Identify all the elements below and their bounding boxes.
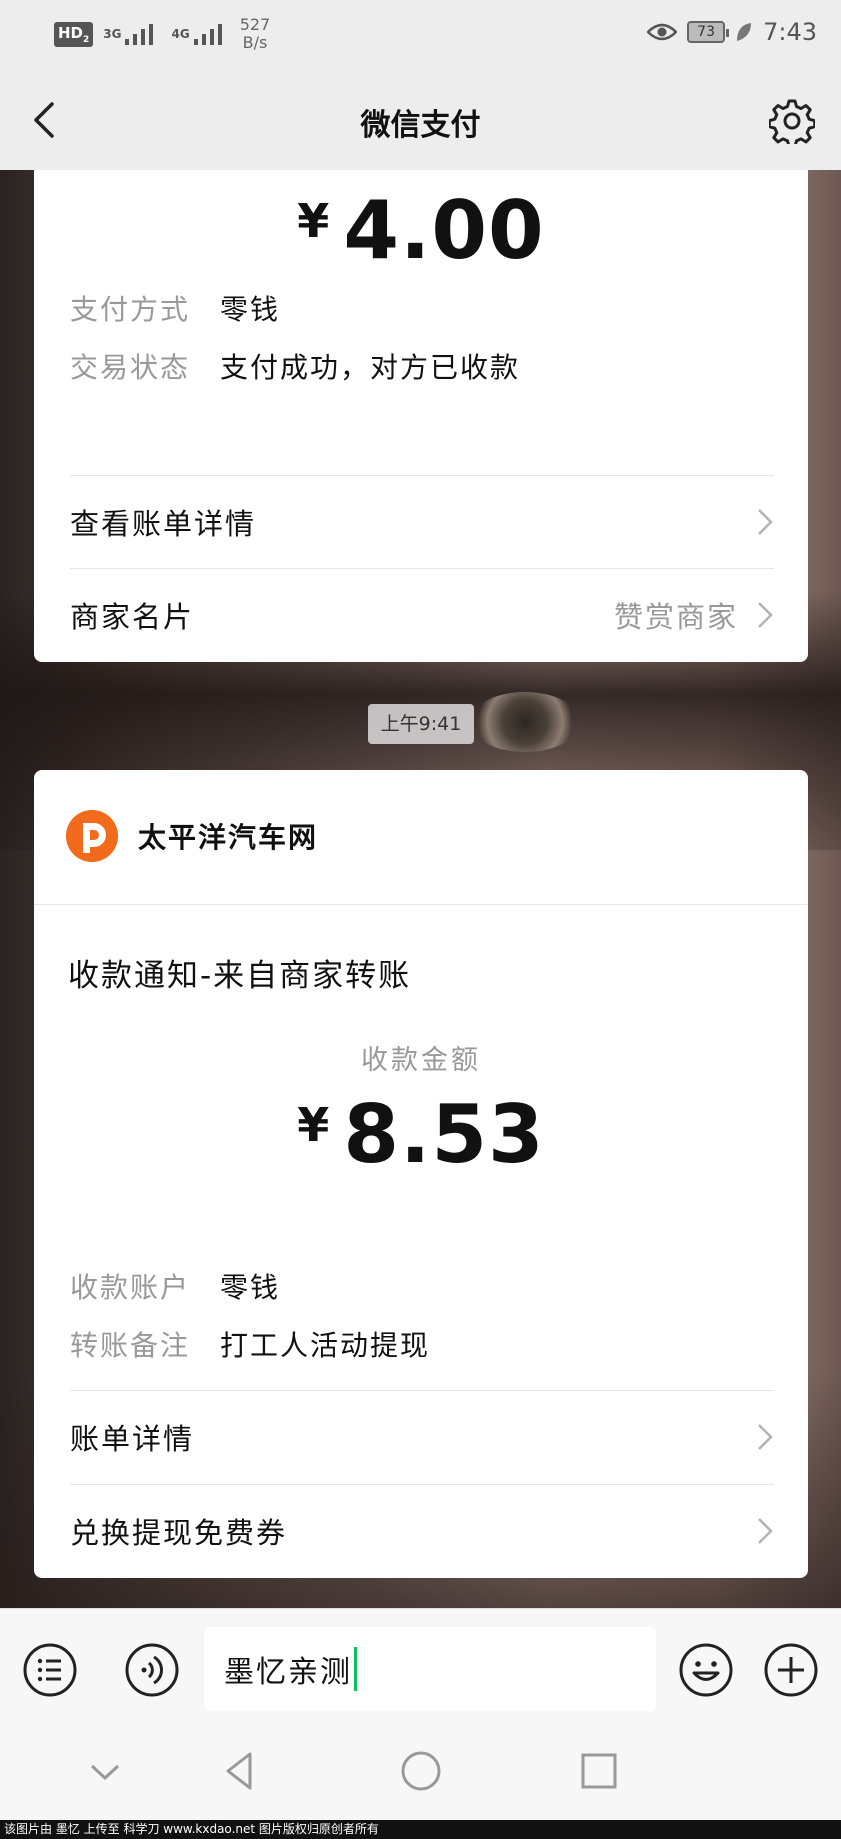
net-speed-unit: B/s (242, 33, 268, 52)
eye-icon (647, 23, 678, 41)
detail-key: 交易状态 (70, 351, 191, 384)
received-amount: ¥8.53 (34, 1088, 808, 1181)
merchant-card-row[interactable]: 商家名片 赞赏商家 (70, 569, 774, 661)
battery-level: 73 (697, 24, 715, 40)
system-nav-bar (0, 1728, 841, 1820)
plus-icon[interactable] (763, 1642, 819, 1698)
chevron-right-icon (758, 509, 773, 535)
status-bar: HD2 3G 4G 527 B/s 73 7:43 (0, 0, 841, 70)
signal-4g: 4G (171, 24, 229, 45)
gear-icon[interactable] (769, 98, 815, 144)
watermark-footer: 该图片由 墨忆 上传至 科学刀 www.kxdao.net 图片版权归原创者所有 (0, 1820, 841, 1839)
signal-3g-label: 3G (103, 27, 122, 41)
signal-4g-label: 4G (171, 27, 190, 41)
detail-transaction-status: 交易状态 支付成功，对方已收款 (70, 346, 520, 386)
background-photo-eye (470, 692, 580, 752)
chevron-right-icon (758, 602, 773, 628)
redeem-coupon-row[interactable]: 兑换提现免费券 (70, 1485, 774, 1577)
tip-merchant-link[interactable]: 赞赏商家 (614, 594, 738, 636)
net-speed: 527 B/s (240, 16, 271, 52)
detail-receiving-account: 收款账户 零钱 (70, 1266, 280, 1306)
chevron-right-icon (758, 1518, 773, 1544)
hd-sub: 2 (83, 34, 90, 45)
page-title: 微信支付 (360, 108, 481, 143)
text-caret (354, 1647, 357, 1691)
amount-caption: 收款金额 (361, 1045, 481, 1076)
net-speed-value: 527 (239, 15, 271, 34)
detail-value: 零钱 (220, 1271, 281, 1304)
detail-payment-method: 支付方式 零钱 (70, 288, 280, 328)
bill-details-row[interactable]: 账单详情 (70, 1391, 774, 1483)
menu-list-icon[interactable] (22, 1642, 78, 1698)
notice-title: 收款通知-来自商家转账 (68, 958, 412, 994)
divider (34, 904, 808, 905)
currency-symbol: ¥ (297, 194, 330, 248)
battery-icon: 73 (687, 21, 730, 43)
payment-amount: ¥4.00 (34, 184, 808, 277)
merchant-logo-icon (66, 810, 118, 862)
amount-value: 8.53 (343, 1088, 545, 1181)
payment-card: ¥4.00 支付方式 零钱 交易状态 支付成功，对方已收款 查看账单详情 商家名… (34, 170, 808, 662)
detail-key: 转账备注 (70, 1329, 191, 1362)
hd-indicator: HD2 (54, 21, 94, 47)
detail-value: 支付成功，对方已收款 (220, 351, 521, 384)
detail-value: 零钱 (220, 293, 281, 326)
merchant-header[interactable]: 太平洋汽车网 (66, 810, 318, 862)
detail-key: 收款账户 (70, 1271, 191, 1304)
chevron-down-icon[interactable] (80, 1746, 130, 1796)
nav-bar: 微信支付 (0, 70, 841, 170)
status-right: 73 7:43 (647, 18, 817, 46)
leaf-icon (737, 23, 752, 41)
view-bill-details-row[interactable]: 查看账单详情 (70, 476, 774, 568)
chat-input-bar: 墨忆亲测 (0, 1608, 841, 1728)
signal-3g: 3G (103, 24, 161, 45)
merchant-name: 太平洋汽车网 (138, 821, 319, 854)
message-input-text: 墨忆亲测 (224, 1655, 352, 1690)
status-left: HD2 3G 4G 527 B/s (54, 16, 270, 52)
message-timestamp: 上午9:41 (368, 704, 474, 744)
clock: 7:43 (763, 18, 817, 46)
voice-icon[interactable] (124, 1642, 180, 1698)
row-label: 查看账单详情 (70, 507, 257, 541)
row-label: 商家名片 (70, 600, 195, 634)
currency-symbol: ¥ (297, 1098, 330, 1152)
emoji-icon[interactable] (678, 1642, 734, 1698)
row-label: 兑换提现免费券 (70, 1516, 288, 1550)
detail-key: 支付方式 (70, 293, 191, 326)
home-circle-icon[interactable] (396, 1746, 446, 1796)
back-triangle-icon[interactable] (216, 1746, 266, 1796)
signal-bars-icon (125, 21, 161, 45)
receipt-notice-card: 太平洋汽车网 收款通知-来自商家转账 收款金额 ¥8.53 收款账户 零钱 转账… (34, 770, 808, 1578)
recents-square-icon[interactable] (574, 1746, 624, 1796)
row-label: 账单详情 (70, 1422, 195, 1456)
message-input[interactable]: 墨忆亲测 (204, 1627, 656, 1711)
amount-value: 4.00 (343, 184, 545, 277)
chevron-right-icon (758, 1424, 773, 1450)
hd-label: HD (58, 23, 84, 42)
signal-bars-icon (193, 21, 230, 45)
detail-value: 打工人活动提现 (220, 1329, 431, 1362)
detail-transfer-note: 转账备注 打工人活动提现 (70, 1324, 430, 1364)
